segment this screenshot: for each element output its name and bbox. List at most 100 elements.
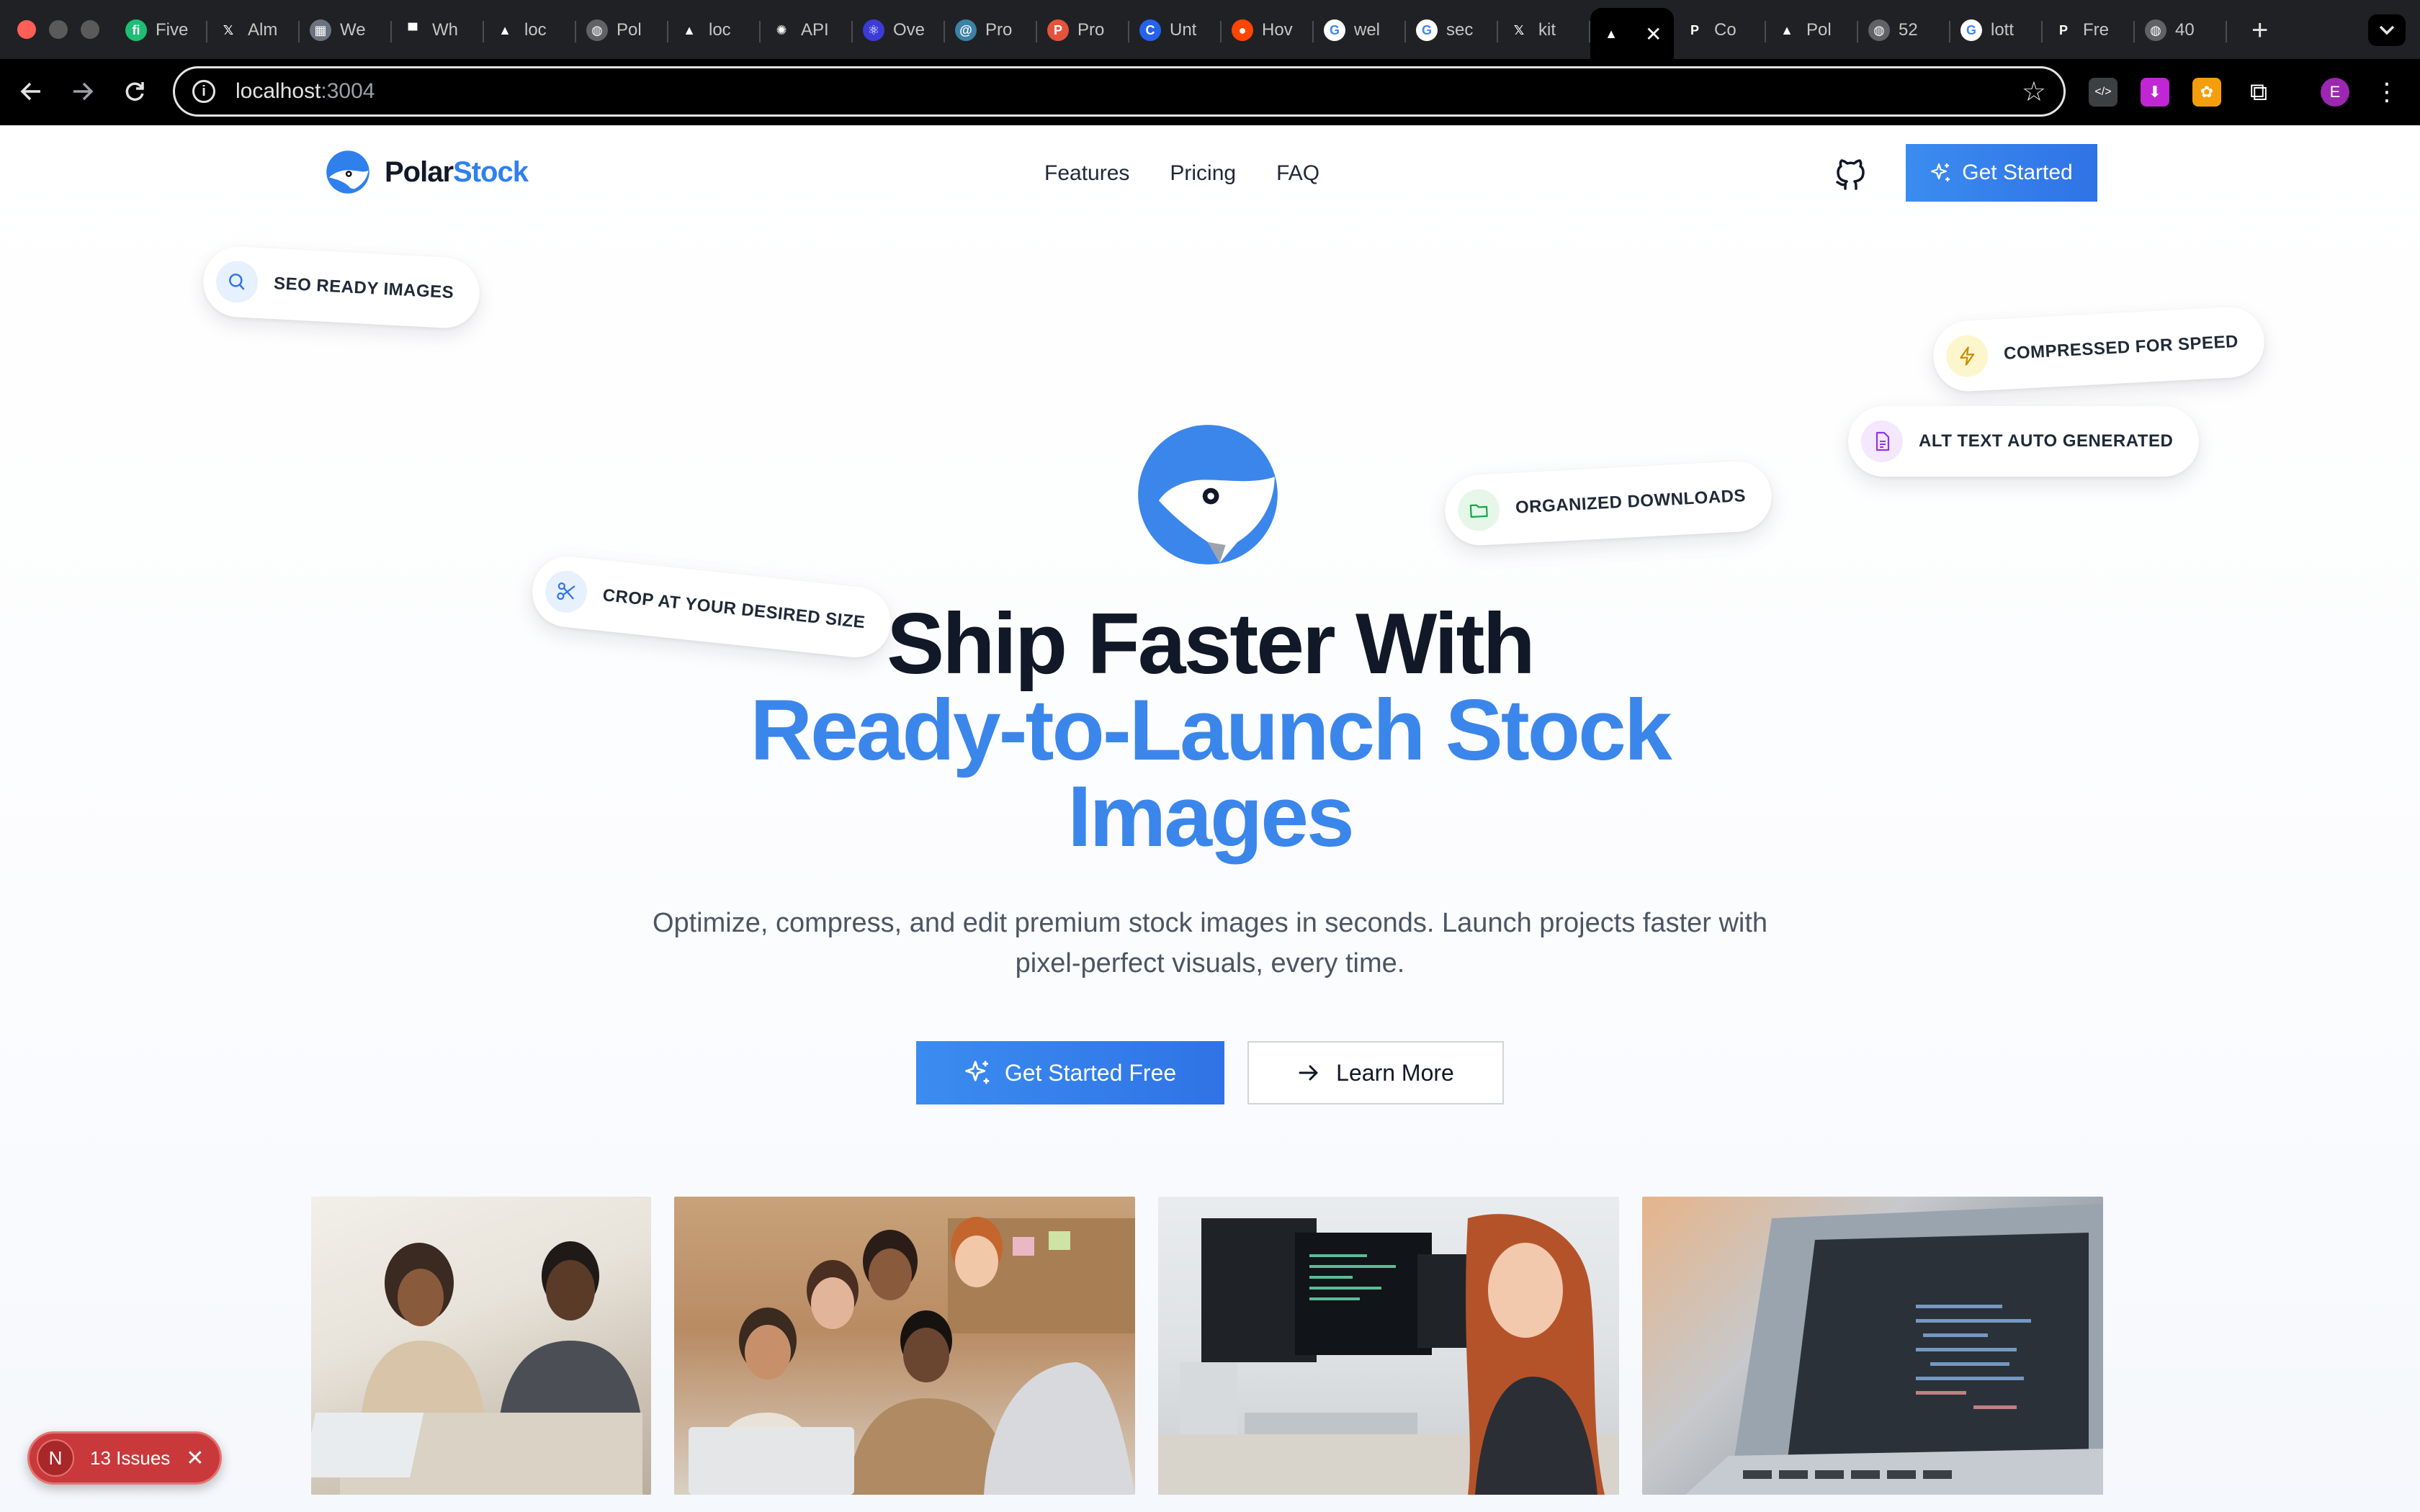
group-laptop-illustration	[689, 1217, 1135, 1495]
browser-tab[interactable]: 𝕏 Alm	[207, 8, 300, 53]
chevron-down-icon	[2379, 25, 2395, 35]
devtools-extension-icon[interactable]: </>	[2089, 78, 2118, 107]
get-started-free-button[interactable]: Get Started Free	[916, 1041, 1224, 1104]
browser-tab-title: loc	[709, 20, 731, 40]
brand-logo[interactable]: PolarStock	[326, 150, 529, 194]
browser-tab[interactable]: fi Five	[115, 8, 207, 53]
browser-tab[interactable]: ⚛ Ove	[853, 8, 945, 53]
nav-link-faq[interactable]: FAQ	[1276, 161, 1319, 186]
team-meeting-illustration	[311, 1241, 642, 1495]
top-navigation: Features Pricing FAQ	[1044, 161, 1319, 186]
browser-tab[interactable]: C Unt	[1129, 8, 1222, 53]
triangle-icon: ▲	[498, 22, 511, 37]
browser-tab[interactable]: Glott	[1950, 8, 2043, 53]
download-extension-icon[interactable]: ⬇	[2141, 78, 2169, 107]
colorful-extension-icon[interactable]: ✿	[2192, 78, 2221, 107]
close-icon[interactable]: ✕	[186, 1446, 204, 1471]
header-get-started-label: Get Started	[1962, 161, 2073, 184]
feature-pill-alt-text-label: ALT TEXT AUTO GENERATED	[1919, 431, 2174, 451]
browser-tab-title: 52	[1899, 20, 1918, 40]
window-zoom-button[interactable]	[81, 20, 99, 39]
browser-tab[interactable]: ◍ 52	[1858, 8, 1950, 53]
scissors-icon	[543, 568, 589, 615]
react-icon: ⚛	[863, 19, 884, 41]
browser-tab[interactable]: ▲ loc	[484, 8, 576, 53]
feature-pill-compressed-label: COMPRESSED FOR SPEED	[2003, 331, 2239, 364]
gallery-photo-laptop-code	[1642, 1197, 2103, 1495]
site-info-icon[interactable]: i	[192, 80, 215, 103]
browser-tab[interactable]: ● Hov	[1222, 8, 1314, 53]
browser-tab[interactable]: ▲ loc	[668, 8, 761, 53]
tab-search-button[interactable]	[2368, 14, 2406, 46]
p-icon: P	[1047, 19, 1069, 41]
reload-button[interactable]	[117, 73, 153, 109]
pattern-icon: ▦	[310, 19, 331, 41]
browser-tab-title: 40	[2175, 20, 2195, 40]
hero-subtitle: Optimize, compress, and edit premium sto…	[652, 908, 1768, 978]
new-tab-button[interactable]: +	[2251, 14, 2268, 47]
window-close-button[interactable]	[17, 20, 36, 39]
browser-tab[interactable]: P Co	[1674, 8, 1766, 53]
browser-tab[interactable]: P Pro	[1037, 8, 1129, 53]
browser-tab[interactable]: Gsec	[1406, 8, 1498, 53]
forward-button[interactable]	[65, 73, 101, 109]
extensions-puzzle-icon[interactable]: ⧉	[2244, 78, 2273, 107]
feature-pill-organized-label: ORGANIZED DOWNLOADS	[1515, 486, 1747, 518]
feature-pill-alt-text: ALT TEXT AUTO GENERATED	[1848, 406, 2200, 477]
browser-tab[interactable]: ▲ Pol	[1766, 8, 1858, 53]
bookmark-star-icon[interactable]: ☆	[2022, 76, 2046, 108]
google-icon: G	[1960, 19, 1982, 41]
browser-tab-title: Pol	[617, 20, 642, 40]
browser-tab-title: Fre	[2083, 20, 2109, 40]
gallery-photo-team-meeting	[311, 1197, 651, 1495]
brand-name: PolarStock	[385, 156, 529, 189]
arrow-left-icon	[20, 82, 40, 101]
hero-title: Ship Faster With Ready-to-Launch Stock I…	[634, 600, 1786, 860]
browser-tab[interactable]: P Fre	[2043, 8, 2135, 53]
browser-tab-title: Co	[1714, 20, 1736, 40]
landing-page: PolarStock Features Pricing FAQ Get Star…	[0, 125, 2420, 1512]
arrow-right-icon	[1299, 1065, 1318, 1081]
gallery-photo-group-laptop	[674, 1197, 1135, 1495]
profile-avatar[interactable]: E	[2321, 78, 2349, 107]
polar-bear-logo-icon	[326, 150, 369, 194]
header-get-started-button[interactable]: Get Started	[1906, 144, 2097, 202]
browser-tab[interactable]: ▀ Wh	[392, 8, 484, 53]
window-minimize-button[interactable]	[49, 20, 68, 39]
browser-tab-title: Ove	[893, 20, 926, 40]
fiverr-icon: fi	[125, 19, 147, 41]
hero-title-line3: Images	[1067, 768, 1355, 865]
close-tab-icon[interactable]: ✕	[1645, 22, 1662, 46]
browser-tab-title: Alm	[248, 20, 278, 40]
browser-tab[interactable]: @ Pro	[945, 8, 1037, 53]
browser-tab[interactable]: ✺ API	[761, 8, 853, 53]
browser-tab-title: wel	[1354, 20, 1381, 40]
issues-count-label: 13 Issues	[90, 1446, 171, 1469]
url-text: localhost:3004	[236, 79, 375, 104]
learn-more-button[interactable]: Learn More	[1247, 1041, 1504, 1104]
x-icon: 𝕏	[1513, 22, 1525, 37]
x-icon: 𝕏	[223, 22, 234, 37]
browser-tab[interactable]: ◍ Pol	[576, 8, 668, 53]
browser-tab[interactable]: ▦ We	[300, 8, 392, 53]
laptop-code-illustration	[1685, 1204, 2103, 1495]
browser-tab-title: Pol	[1806, 20, 1832, 40]
browser-tab[interactable]: ◍ 40	[2135, 8, 2227, 53]
search-icon	[215, 259, 259, 304]
gallery-photo-developer-monitors	[1158, 1197, 1619, 1495]
browser-menu-icon[interactable]: ⋮	[2372, 78, 2401, 107]
back-button[interactable]	[13, 73, 49, 109]
nav-link-pricing[interactable]: Pricing	[1170, 161, 1236, 186]
browser-tab-title: API	[801, 20, 829, 40]
github-icon[interactable]	[1832, 157, 1868, 193]
get-started-free-label: Get Started Free	[1004, 1059, 1177, 1086]
nav-link-features[interactable]: Features	[1044, 161, 1129, 186]
browser-tab-title: sec	[1446, 20, 1474, 40]
browser-tab[interactable]: 𝕏kit	[1498, 8, 1590, 53]
browser-tab[interactable]: Gwel	[1314, 8, 1406, 53]
url-port: :3004	[321, 79, 375, 103]
browser-tab-active[interactable]: ▲ ✕	[1590, 8, 1674, 60]
address-bar[interactable]: i localhost:3004 ☆	[173, 66, 2066, 117]
dev-issues-badge[interactable]: N 13 Issues ✕	[27, 1431, 222, 1485]
nextjs-logo-icon: N	[37, 1439, 74, 1477]
